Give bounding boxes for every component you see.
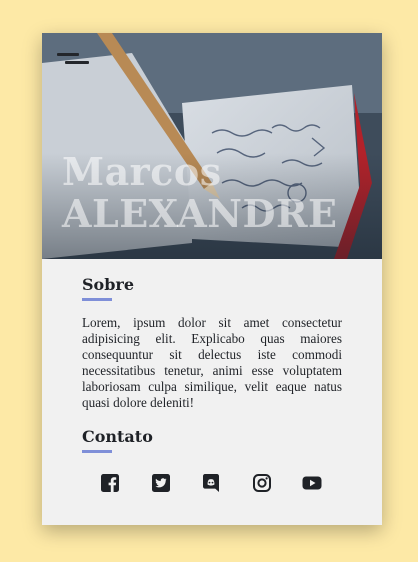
- hero-image: Marcos ALEXANDRE: [42, 33, 382, 259]
- menu-icon-bar: [65, 61, 89, 64]
- menu-icon-bar: [57, 53, 79, 56]
- first-name: Marcos: [62, 149, 222, 194]
- facebook-icon[interactable]: [100, 473, 120, 493]
- instagram-icon[interactable]: [252, 473, 272, 493]
- hero-name: Marcos ALEXANDRE: [62, 151, 382, 235]
- discord-icon[interactable]: [201, 473, 221, 493]
- content: Sobre Lorem, ipsum dolor sit amet consec…: [82, 275, 342, 493]
- profile-card: Marcos ALEXANDRE Sobre Lorem, ipsum dolo…: [42, 33, 382, 525]
- contact-title: Contato: [82, 427, 153, 453]
- social-links: [100, 473, 322, 493]
- twitter-icon[interactable]: [151, 473, 171, 493]
- about-text: Lorem, ipsum dolor sit amet consectetur …: [82, 315, 342, 410]
- menu-icon[interactable]: [57, 51, 91, 67]
- last-name: ALEXANDRE: [62, 191, 338, 236]
- youtube-icon[interactable]: [302, 473, 322, 493]
- about-title: Sobre: [82, 275, 134, 301]
